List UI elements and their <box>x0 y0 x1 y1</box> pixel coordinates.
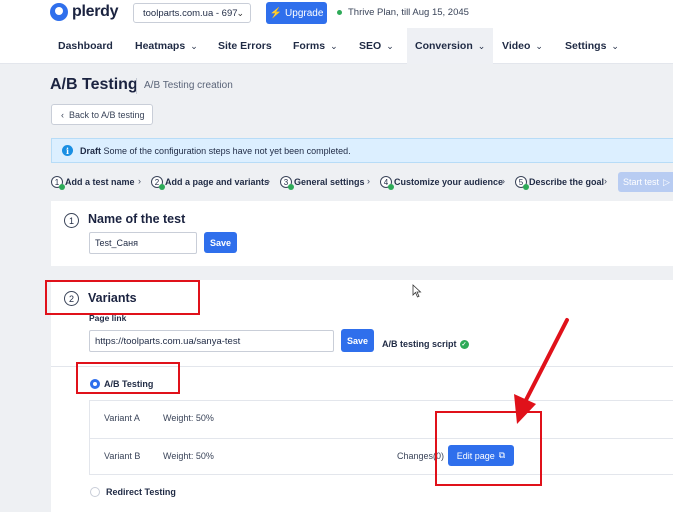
annotation-arrow-icon <box>514 318 569 424</box>
mouse-cursor-icon <box>412 284 422 298</box>
